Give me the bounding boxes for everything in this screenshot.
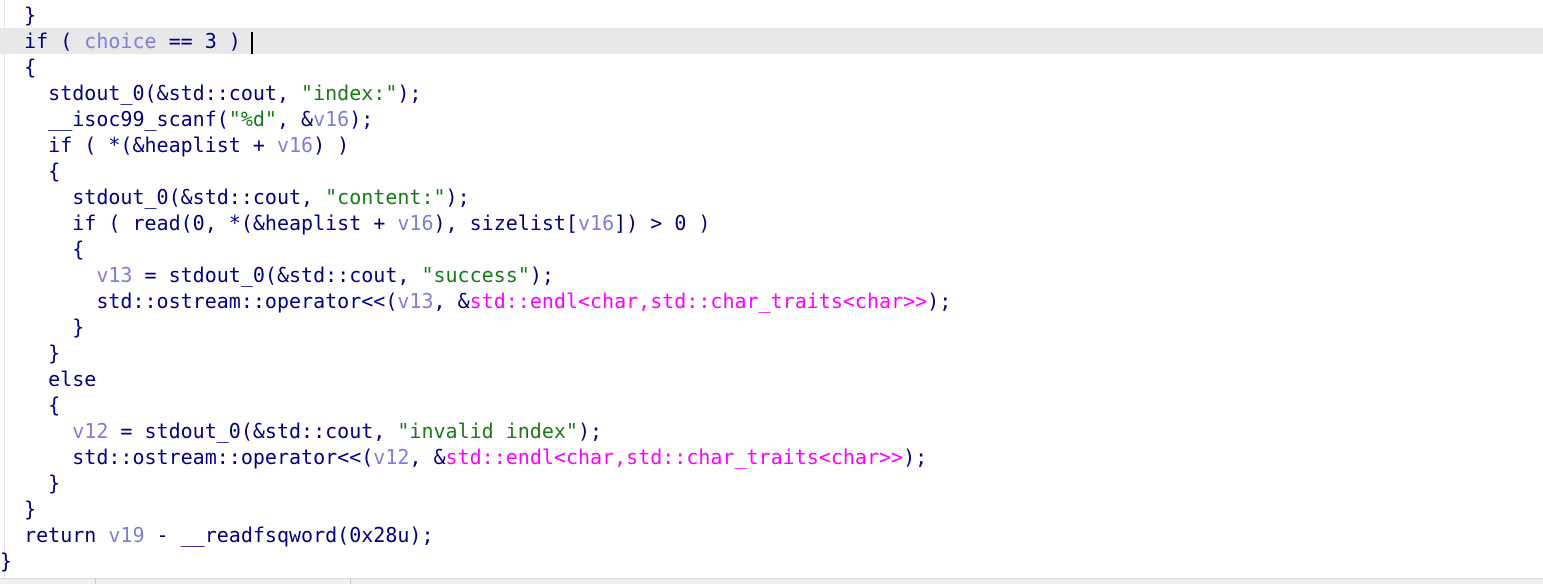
code-token-pl: ]) > 0 ) (614, 211, 711, 235)
code-line[interactable]: std::ostream::operator<<(v13, &std::endl… (0, 288, 1543, 314)
code-line[interactable]: } (0, 470, 1543, 496)
code-token-pl: } (0, 315, 85, 339)
code-line[interactable]: { (0, 236, 1543, 262)
code-token-var: v12 (72, 419, 109, 443)
code-line[interactable]: if ( *(&heaplist + v16) ) (0, 132, 1543, 158)
code-token-pl: ); (397, 81, 422, 105)
code-token-pl: ); (529, 263, 554, 287)
code-line[interactable]: v13 = stdout_0(&std::cout, "success"); (0, 262, 1543, 288)
code-token-pl: return (0, 523, 109, 547)
code-token-var: v19 (108, 523, 145, 547)
code-token-pl: == 3 ) (156, 29, 241, 53)
code-token-pl: stdout_0(&std::cout, (0, 185, 326, 209)
code-token-pl: ); (445, 185, 470, 209)
code-token-pl: } (0, 471, 61, 495)
code-token-pl: } (0, 3, 37, 27)
code-token-var: choice (84, 29, 157, 53)
code-line[interactable]: std::ostream::operator<<(v12, &std::endl… (0, 444, 1543, 470)
code-line[interactable]: if ( choice == 3 ) (0, 28, 1543, 54)
code-token-str: "%d" (228, 107, 277, 131)
code-line[interactable]: { (0, 54, 1543, 80)
code-token-pl: = stdout_0(&std::cout, (132, 263, 422, 287)
code-token-pl: - __readfsqword(0x28u); (144, 523, 434, 547)
text-caret (250, 31, 253, 54)
code-token-pl: ); (927, 289, 952, 313)
code-line[interactable]: } (0, 314, 1543, 340)
code-token-pl: if ( read(0, *(&heaplist + (0, 211, 398, 235)
code-token-var: v16 (276, 133, 314, 157)
code-line[interactable]: else (0, 366, 1543, 392)
code-line[interactable]: } (0, 496, 1543, 522)
code-token-pl: ); (349, 107, 374, 131)
status-separator (95, 579, 96, 584)
code-line[interactable]: { (0, 158, 1543, 184)
code-token-pl: } (0, 549, 13, 573)
code-token-pl: , & (433, 289, 470, 313)
code-token-pl: __isoc99_scanf( (0, 107, 229, 131)
code-token-str: "invalid index" (397, 419, 578, 443)
code-token-var: v16 (577, 211, 615, 235)
code-token-var: v12 (373, 445, 410, 469)
code-token-pl: ), sizelist[ (433, 211, 578, 235)
code-token-var: v13 (96, 263, 133, 287)
bottom-status-strip (0, 578, 1543, 584)
code-token-var: v13 (397, 289, 434, 313)
code-line[interactable]: stdout_0(&std::cout, "content:"); (0, 184, 1543, 210)
code-token-pl: , & (276, 107, 314, 131)
code-line[interactable]: if ( read(0, *(&heaplist + v16), sizelis… (0, 210, 1543, 236)
code-line[interactable]: return v19 - __readfsqword(0x28u); (0, 522, 1543, 548)
code-token-str: "index:" (301, 81, 398, 105)
code-token-pl: = stdout_0(&std::cout, (108, 419, 398, 443)
code-token-pl: std::ostream::operator<<( (0, 445, 374, 469)
code-token-pl: std::ostream::operator<<( (0, 289, 398, 313)
code-token-pl: ); (577, 419, 603, 443)
code-token-pl: , & (409, 445, 446, 469)
status-separator (350, 579, 351, 584)
code-token-pl: if ( *(&heaplist + (0, 133, 277, 157)
code-token-pl: else (0, 367, 97, 391)
code-line[interactable]: } (0, 548, 1543, 574)
code-token-pl: { (0, 159, 61, 183)
code-token-pl: { (0, 55, 37, 79)
code-line[interactable]: stdout_0(&std::cout, "index:"); (0, 80, 1543, 106)
code-token-pl: { (0, 237, 85, 261)
code-token-var: v16 (313, 107, 350, 131)
code-line[interactable]: v12 = stdout_0(&std::cout, "invalid inde… (0, 418, 1543, 444)
code-token-pl: ); (903, 445, 928, 469)
code-line[interactable]: } (0, 340, 1543, 366)
code-token-imp: std::endl<char,std::char_traits<char>> (445, 445, 904, 469)
code-token-pl: { (0, 393, 61, 417)
code-line[interactable]: { (0, 392, 1543, 418)
code-token-str: "success" (421, 263, 530, 287)
code-token-str: "content:" (325, 185, 446, 209)
pseudocode-view[interactable]: } if ( choice == 3 ) { stdout_0(&std::co… (0, 0, 1543, 578)
code-token-imp: std::endl<char,std::char_traits<char>> (469, 289, 928, 313)
code-token-pl: } (0, 341, 61, 365)
code-line[interactable]: __isoc99_scanf("%d", &v16); (0, 106, 1543, 132)
code-token-kw: if ( (0, 29, 85, 53)
code-line[interactable]: } (0, 2, 1543, 28)
code-token-pl: stdout_0(&std::cout, (0, 81, 302, 105)
code-token-var: v16 (397, 211, 434, 235)
code-token-pl: ) ) (313, 133, 350, 157)
code-token-pl: } (0, 497, 37, 521)
